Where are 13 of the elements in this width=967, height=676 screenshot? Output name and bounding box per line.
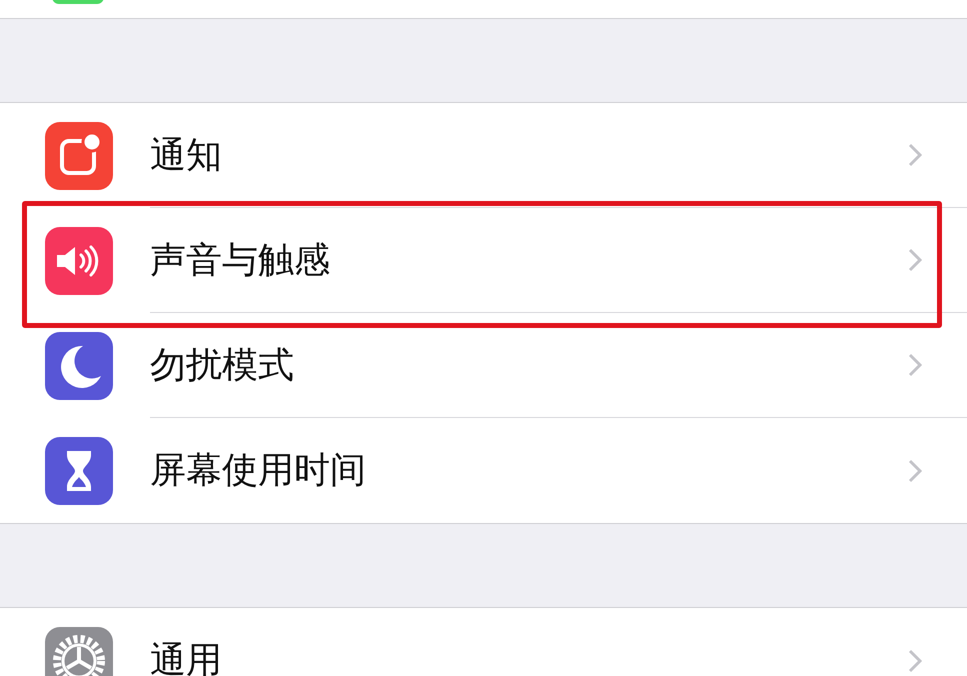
moon-icon	[45, 332, 113, 400]
row-label[interactable]: 屏幕使用时间	[150, 446, 366, 495]
notification-icon	[45, 122, 113, 190]
hourglass-icon	[45, 436, 113, 504]
chevron-icon	[908, 248, 922, 272]
row-label[interactable]: 勿扰模式	[150, 340, 294, 390]
row-label[interactable]: 声音与触感	[150, 236, 330, 284]
chevron-icon	[908, 143, 922, 167]
speaker-icon	[45, 226, 113, 294]
chevron-icon	[908, 353, 922, 377]
chevron-icon	[908, 458, 922, 482]
chevron-icon	[908, 648, 922, 672]
row-label[interactable]: 通知	[150, 130, 222, 180]
